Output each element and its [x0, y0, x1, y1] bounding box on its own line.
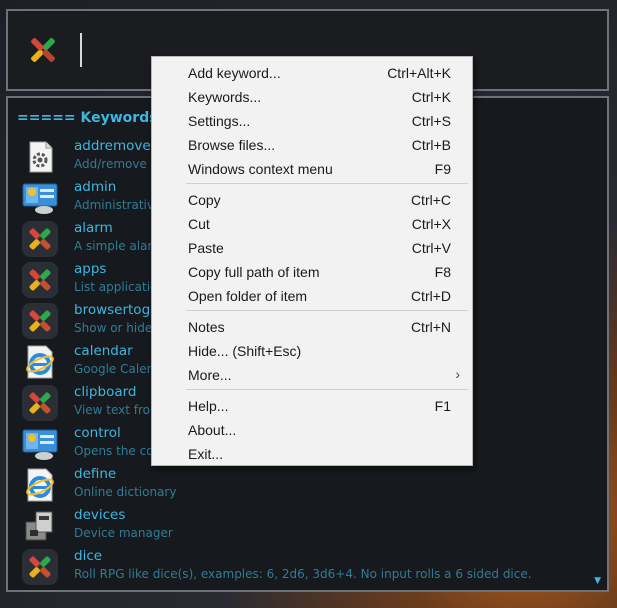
- menu-item-shortcut: Ctrl+D: [410, 288, 451, 304]
- admin-panel-icon: [22, 426, 58, 462]
- app-x-icon: [22, 549, 58, 585]
- result-item-dice[interactable]: dice Roll RPG like dice(s), examples: 6, …: [22, 547, 582, 588]
- devices-icon: [22, 508, 58, 544]
- ie-icon: [22, 467, 58, 503]
- menu-item-shortcut: Ctrl+V: [411, 240, 451, 256]
- result-item-define[interactable]: define Online dictionary: [22, 465, 582, 506]
- menu-item-windows-context-menu[interactable]: Windows context menu F9: [152, 157, 472, 181]
- menu-item-add-keyword[interactable]: Add keyword... Ctrl+Alt+K: [152, 61, 472, 85]
- result-item-description: Device manager: [74, 526, 173, 540]
- results-header: ===== Keywords: [17, 110, 158, 126]
- menu-item-label: Notes: [188, 319, 225, 335]
- menu-item-shortcut: Ctrl+S: [411, 113, 451, 129]
- menu-item-label: Copy full path of item: [188, 264, 320, 280]
- result-item-name: admin: [74, 179, 117, 195]
- result-item-devices[interactable]: devices Device manager: [22, 506, 582, 547]
- menu-item-label: Windows context menu: [188, 161, 333, 177]
- app-logo-icon: [30, 37, 56, 63]
- result-item-description: Roll RPG like dice(s), examples: 6, 2d6,…: [74, 567, 532, 581]
- app-x-icon: [22, 385, 58, 421]
- menu-item-label: Keywords...: [188, 89, 262, 105]
- result-item-description: View text from: [74, 403, 162, 417]
- result-item-description: Opens the co: [74, 444, 154, 458]
- menu-item-label: Help...: [188, 398, 229, 414]
- scroll-down-icon[interactable]: ▼: [594, 576, 601, 586]
- result-item-description: Add/remove p: [74, 157, 159, 171]
- menu-item-about[interactable]: About...: [152, 418, 472, 442]
- search-input-caret[interactable]: [80, 33, 82, 67]
- menu-item-notes[interactable]: Notes Ctrl+N: [152, 315, 472, 339]
- menu-separator: [186, 310, 468, 311]
- menu-item-shortcut: Ctrl+X: [411, 216, 451, 232]
- result-item-name: apps: [74, 261, 107, 277]
- menu-item-label: About...: [188, 422, 237, 438]
- result-item-description: Administrative: [74, 198, 162, 212]
- result-item-name: clipboard: [74, 384, 137, 400]
- app-x-icon: [22, 303, 58, 339]
- result-item-name: addremove: [74, 138, 151, 154]
- menu-item-shortcut: F1: [434, 398, 451, 414]
- menu-item-hide-shift-esc[interactable]: Hide... (Shift+Esc): [152, 339, 472, 363]
- result-item-name: calendar: [74, 343, 133, 359]
- menu-item-shortcut: F9: [434, 161, 451, 177]
- menu-item-keywords[interactable]: Keywords... Ctrl+K: [152, 85, 472, 109]
- result-item-description: Google Calend: [74, 362, 162, 376]
- menu-item-exit[interactable]: Exit...: [152, 442, 472, 466]
- menu-item-copy[interactable]: Copy Ctrl+C: [152, 188, 472, 212]
- gear-doc-icon: [22, 139, 58, 175]
- menu-item-shortcut: Ctrl+C: [410, 192, 451, 208]
- menu-item-label: Add keyword...: [188, 65, 281, 81]
- result-item-name: define: [74, 466, 117, 482]
- result-item-description: Online dictionary: [74, 485, 177, 499]
- menu-separator: [186, 389, 468, 390]
- menu-item-more[interactable]: More... ›: [152, 363, 472, 387]
- app-x-icon: [22, 221, 58, 257]
- menu-item-shortcut: F8: [434, 264, 451, 280]
- menu-item-label: Open folder of item: [188, 288, 308, 304]
- menu-item-label: Hide... (Shift+Esc): [188, 343, 302, 359]
- menu-item-label: Paste: [188, 240, 224, 256]
- menu-item-shortcut: Ctrl+N: [410, 319, 451, 335]
- menu-item-help[interactable]: Help... F1: [152, 394, 472, 418]
- menu-item-label: Exit...: [188, 446, 224, 462]
- result-item-name: devices: [74, 507, 126, 523]
- admin-panel-icon: [22, 180, 58, 216]
- chevron-right-icon: ›: [455, 366, 460, 382]
- menu-item-cut[interactable]: Cut Ctrl+X: [152, 212, 472, 236]
- result-item-name: alarm: [74, 220, 113, 236]
- menu-separator: [186, 183, 468, 184]
- menu-item-label: Copy: [188, 192, 221, 208]
- menu-item-browse-files[interactable]: Browse files... Ctrl+B: [152, 133, 472, 157]
- menu-item-settings[interactable]: Settings... Ctrl+S: [152, 109, 472, 133]
- menu-item-label: Settings...: [188, 113, 251, 129]
- menu-item-label: More...: [188, 367, 232, 383]
- ie-icon: [22, 344, 58, 380]
- menu-item-paste[interactable]: Paste Ctrl+V: [152, 236, 472, 260]
- result-item-name: dice: [74, 548, 103, 564]
- menu-item-shortcut: Ctrl+Alt+K: [387, 65, 451, 81]
- context-menu: Add keyword... Ctrl+Alt+K Keywords... Ctrl+…: [151, 56, 473, 466]
- app-x-icon: [22, 262, 58, 298]
- menu-item-label: Browse files...: [188, 137, 276, 153]
- result-item-name: control: [74, 425, 121, 441]
- result-item-description: List applicatio: [74, 280, 158, 294]
- menu-item-copy-full-path-of-item[interactable]: Copy full path of item F8: [152, 260, 472, 284]
- menu-item-shortcut: Ctrl+K: [411, 89, 451, 105]
- menu-item-label: Cut: [188, 216, 210, 232]
- menu-item-shortcut: Ctrl+B: [411, 137, 451, 153]
- result-item-description: Show or hide: [74, 321, 153, 335]
- menu-item-open-folder-of-item[interactable]: Open folder of item Ctrl+D: [152, 284, 472, 308]
